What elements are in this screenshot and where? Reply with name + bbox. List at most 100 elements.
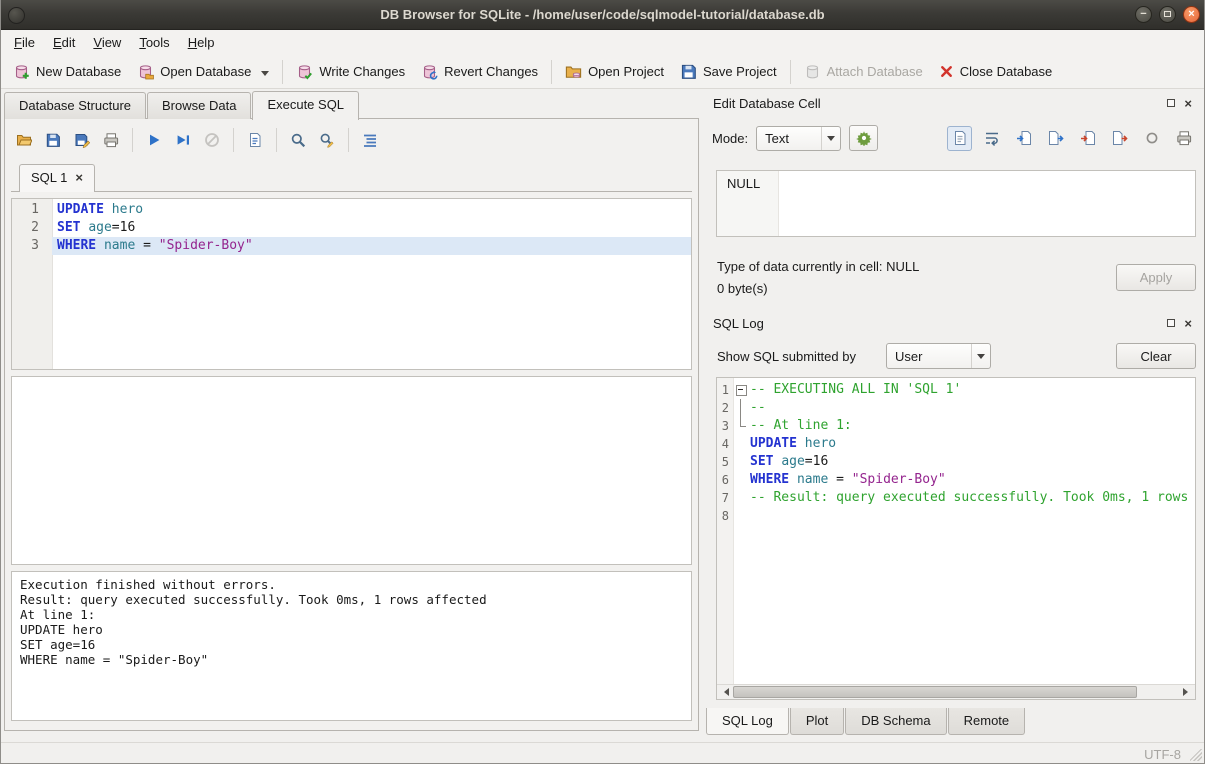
encoding-label: UTF-8 bbox=[1144, 747, 1181, 762]
window-menu-icon[interactable] bbox=[8, 7, 25, 24]
play-icon bbox=[146, 132, 162, 148]
log-line[interactable]: 6WHERE name = "Spider-Boy" bbox=[717, 471, 1195, 489]
dock-tab-plot[interactable]: Plot bbox=[790, 708, 844, 735]
editor-line[interactable]: 1UPDATE hero bbox=[12, 201, 691, 219]
close-tab-icon[interactable]: × bbox=[75, 171, 83, 184]
new-database-button[interactable]: New Database bbox=[5, 59, 129, 84]
sql-toolbar bbox=[11, 126, 383, 154]
magnifier-pencil-icon bbox=[319, 132, 335, 148]
chevron-down-icon[interactable] bbox=[971, 344, 990, 368]
output-line: SET age=16 bbox=[20, 637, 683, 652]
open-project-button[interactable]: Open Project bbox=[557, 59, 672, 84]
export-to-csv-button[interactable] bbox=[242, 127, 268, 153]
revert-changes-button[interactable]: Revert Changes bbox=[413, 59, 546, 84]
dropdown-arrow-icon[interactable] bbox=[261, 71, 269, 80]
output-line: UPDATE hero bbox=[20, 622, 683, 637]
doc-blue-icon bbox=[247, 132, 263, 148]
tab-sql-1[interactable]: SQL 1 × bbox=[19, 164, 95, 192]
results-grid[interactable] bbox=[11, 376, 692, 565]
dock-tab-remote[interactable]: Remote bbox=[948, 708, 1026, 735]
menu-bar: FileEditViewToolsHelp bbox=[0, 30, 1205, 55]
edit-cell-toolbar-row: Mode: Text bbox=[712, 124, 1199, 152]
format-lines-icon bbox=[362, 132, 378, 148]
maximize-button[interactable] bbox=[1159, 6, 1176, 23]
close-dock-icon[interactable]: × bbox=[1184, 97, 1192, 110]
chevron-down-icon[interactable] bbox=[821, 127, 840, 150]
editor-line[interactable]: 3WHERE name = "Spider-Boy" bbox=[12, 237, 691, 255]
close-database-button[interactable]: Close Database bbox=[931, 60, 1061, 83]
save-project-label: Save Project bbox=[703, 64, 777, 79]
tab-browse-data[interactable]: Browse Data bbox=[147, 92, 251, 119]
format-sql-button[interactable] bbox=[357, 127, 383, 153]
export-to-file-button[interactable] bbox=[1043, 126, 1068, 151]
close-button[interactable]: × bbox=[1183, 6, 1200, 23]
float-dock-icon[interactable] bbox=[1167, 319, 1175, 327]
menu-tools[interactable]: Tools bbox=[130, 31, 178, 54]
text-mode-button[interactable] bbox=[947, 126, 972, 151]
mode-select[interactable]: Text bbox=[756, 126, 841, 151]
editor-line-text: WHERE name = "Spider-Boy" bbox=[52, 237, 691, 255]
open-in-external-button[interactable] bbox=[1075, 126, 1100, 151]
fold-minus-icon[interactable] bbox=[733, 381, 750, 399]
scrollbar-thumb[interactable] bbox=[733, 686, 1137, 698]
resize-grip[interactable] bbox=[1190, 749, 1202, 761]
open-sql-file-button[interactable] bbox=[11, 127, 37, 153]
log-line[interactable]: 8 bbox=[717, 507, 1195, 525]
open-database-button[interactable]: Open Database bbox=[129, 59, 277, 84]
menu-file[interactable]: File bbox=[5, 31, 44, 54]
sql-editor[interactable]: 1UPDATE hero2SET age=163WHERE name = "Sp… bbox=[11, 198, 692, 370]
log-line[interactable]: 3-- At line 1: bbox=[717, 417, 1195, 435]
menu-view[interactable]: View bbox=[84, 31, 130, 54]
db-new-icon bbox=[13, 63, 30, 80]
log-line-text: UPDATE hero bbox=[750, 435, 1195, 453]
splitter-handle[interactable] bbox=[699, 92, 706, 731]
doc-import-icon bbox=[1016, 130, 1032, 146]
execute-current-line-button[interactable] bbox=[170, 127, 196, 153]
menu-help[interactable]: Help bbox=[179, 31, 224, 54]
edit-cell-header: Edit Database Cell × bbox=[706, 92, 1199, 114]
log-line[interactable]: 5SET age=16 bbox=[717, 453, 1195, 471]
fold-pipe-icon bbox=[733, 399, 750, 417]
clear-button[interactable]: Clear bbox=[1116, 343, 1196, 369]
dock-tab-db-schema[interactable]: DB Schema bbox=[845, 708, 946, 735]
editor-line[interactable]: 2SET age=16 bbox=[12, 219, 691, 237]
print-sql-button[interactable] bbox=[98, 127, 124, 153]
tab-database-structure[interactable]: Database Structure bbox=[4, 92, 146, 119]
log-line[interactable]: 7-- Result: query executed successfully.… bbox=[717, 489, 1195, 507]
find-button[interactable] bbox=[285, 127, 311, 153]
log-line[interactable]: 4UPDATE hero bbox=[717, 435, 1195, 453]
close-dock-icon[interactable]: × bbox=[1184, 317, 1192, 330]
log-line[interactable]: 2-- bbox=[717, 399, 1195, 417]
cell-editor[interactable]: NULL bbox=[716, 170, 1196, 237]
tab-execute-sql[interactable]: Execute SQL bbox=[252, 91, 359, 120]
import-from-file-button[interactable] bbox=[1011, 126, 1036, 151]
mode-label: Mode: bbox=[712, 131, 748, 146]
float-dock-icon[interactable] bbox=[1167, 99, 1175, 107]
auto-detect-mode-button[interactable] bbox=[849, 125, 878, 151]
scroll-right-icon[interactable] bbox=[1180, 685, 1195, 699]
save-sql-file-as-button[interactable] bbox=[69, 127, 95, 153]
dock-tab-sql-log[interactable]: SQL Log bbox=[706, 708, 789, 735]
set-as-null-button[interactable] bbox=[1139, 126, 1164, 151]
stop-execution-button bbox=[199, 127, 225, 153]
scroll-left-icon[interactable] bbox=[717, 685, 732, 699]
save-project-button[interactable]: Save Project bbox=[672, 59, 785, 84]
line-number: 2 bbox=[717, 399, 733, 417]
write-changes-label: Write Changes bbox=[319, 64, 405, 79]
find-replace-button[interactable] bbox=[314, 127, 340, 153]
execute-all-button[interactable] bbox=[141, 127, 167, 153]
horizontal-scrollbar[interactable] bbox=[717, 684, 1195, 699]
minimize-button[interactable]: − bbox=[1135, 6, 1152, 23]
window-title: DB Browser for SQLite - /home/user/code/… bbox=[0, 7, 1205, 22]
menu-edit[interactable]: Edit bbox=[44, 31, 84, 54]
log-line[interactable]: 1-- EXECUTING ALL IN 'SQL 1' bbox=[717, 381, 1195, 399]
sql-tab-label: SQL 1 bbox=[31, 170, 67, 185]
write-changes-button[interactable]: Write Changes bbox=[288, 59, 413, 84]
save-as-file-button[interactable] bbox=[1107, 126, 1132, 151]
save-sql-file-button[interactable] bbox=[40, 127, 66, 153]
word-wrap-button[interactable] bbox=[979, 126, 1004, 151]
log-line-text: -- EXECUTING ALL IN 'SQL 1' bbox=[750, 381, 1195, 399]
submitter-select[interactable]: User bbox=[886, 343, 991, 369]
print-cell-button[interactable] bbox=[1171, 126, 1196, 151]
sql-log-view[interactable]: 1-- EXECUTING ALL IN 'SQL 1'2--3-- At li… bbox=[716, 377, 1196, 700]
